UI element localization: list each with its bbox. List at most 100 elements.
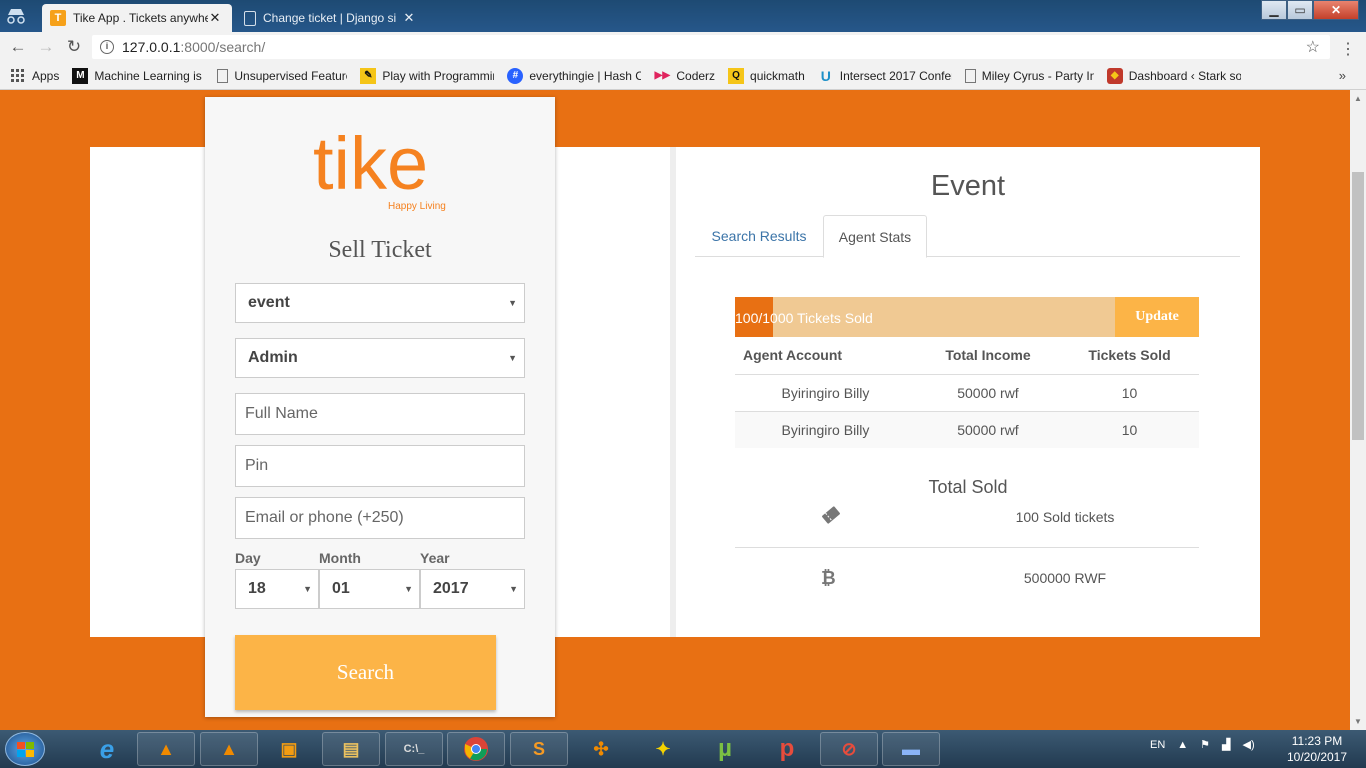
bookmark-item[interactable]: Miley Cyrus - Party In [964,68,1094,83]
bookmark-item[interactable]: # everythingie | Hash C [507,67,641,84]
bookmark-item[interactable]: ◆ Dashboard ‹ Stark sol [1106,67,1241,84]
scroll-thumb[interactable] [1352,172,1364,440]
coderz-icon: ▶▶ [654,70,671,81]
sold-amount-row: ₿ 500000 RWF [735,548,1199,608]
close-window-button[interactable]: ✕ [1313,0,1359,20]
col-tickets-sold: Tickets Sold [1060,337,1199,375]
event-title: Event [930,170,1006,202]
sold-tickets-value: 100 Sold tickets [1015,509,1115,525]
action-center-icon[interactable]: ⚑ [1200,738,1210,751]
more-bookmarks-icon[interactable]: » [1339,68,1346,83]
quickmath-icon: Q [728,67,745,84]
sublime-icon[interactable]: S [510,732,568,766]
tab-search-results[interactable]: Search Results [695,215,823,257]
cell-agent: Byiringiro Billy [735,374,916,412]
cell-sold: 10 [1060,411,1199,448]
info-icon[interactable]: i [100,40,114,54]
ironman-icon: ◆ [1106,67,1123,84]
day-label: Day [235,550,261,566]
browser-tab-inactive[interactable]: Change ticket | Django si ✕ [236,4,426,32]
close-tab-icon[interactable]: ✕ [402,10,416,26]
bookmark-item[interactable]: Qquickmath [728,67,805,84]
table-row: Byiringiro Billy 50000 rwf 10 [735,374,1199,412]
volume-icon[interactable]: ◀) [1243,738,1255,751]
pin-input[interactable]: Pin [235,445,525,487]
browser-tab-active[interactable]: T Tike App . Tickets anywhe ✕ [42,4,232,32]
bookmark-item[interactable]: Unsupervised Feature [217,68,347,83]
dropdown-caret-icon: ▼ [404,584,413,594]
year-select[interactable]: 2017 ▼ [420,569,525,609]
panel-divider [670,147,676,637]
month-select[interactable]: 01 ▼ [319,569,420,609]
tickets-progress-bar: 100/1000 Tickets Sold [735,297,1115,337]
bookmark-item[interactable]: U Intersect 2017 Confer [818,68,952,84]
sold-tickets-row: 100 Sold tickets [735,488,1199,548]
bookmark-item[interactable]: ▶▶ Coderz [654,68,715,84]
language-indicator[interactable]: EN [1150,739,1165,751]
bookmark-star-icon[interactable]: ☆ [1306,37,1320,57]
bookmark-item[interactable]: M Machine Learning is F [72,67,204,84]
tike-favicon: T [50,10,66,26]
chrome-icon[interactable] [447,732,505,766]
clock-date: 10/20/2017 [1286,750,1348,764]
scroll-up-icon[interactable]: ▲ [1354,94,1362,103]
tray-expand-icon[interactable]: ▲ [1177,739,1188,751]
bookmark-apps[interactable]: Apps [10,68,59,84]
day-select[interactable]: 18 ▼ [235,569,319,609]
remote-desktop-icon[interactable]: ▬ [882,732,940,766]
start-button[interactable] [5,732,45,766]
cell-income: 50000 rwf [915,411,1061,448]
sell-ticket-card: tike Happy Living Sell Ticket event ▼ Ad… [205,97,555,717]
media-player-icon[interactable]: ▣ [260,732,318,766]
month-label: Month [319,550,361,566]
address-bar[interactable]: i 127.0.0.1:8000/search/ ☆ [92,35,1330,59]
minimize-button[interactable]: ▁ [1261,0,1287,20]
agent-select[interactable]: Admin ▼ [235,338,525,378]
file-explorer-icon[interactable]: ▤ [322,732,380,766]
back-arrow-icon[interactable]: ← [8,37,28,57]
menu-dots-icon[interactable]: ⋮ [1340,39,1356,59]
reload-icon[interactable]: ↻ [64,37,84,57]
tab-agent-stats[interactable]: Agent Stats [823,215,927,258]
forward-arrow-icon[interactable]: → [36,37,56,57]
vlc-icon[interactable]: ▲ [200,732,258,766]
page-icon [217,68,229,83]
browser-toolbar: ← → ↻ i 127.0.0.1:8000/search/ ☆ ⋮ [0,32,1366,62]
vlc-icon[interactable]: ▲ [137,732,195,766]
email-phone-input[interactable]: Email or phone (+250) [235,497,525,539]
event-tabs: Search Results Agent Stats [695,215,1240,258]
scroll-down-icon[interactable]: ▼ [1354,717,1362,726]
sold-amount-value: 500000 RWF [1023,570,1107,586]
taskbar-clock[interactable]: 11:23 PM 10/20/2017 [1282,733,1352,765]
full-name-input[interactable]: Full Name [235,393,525,435]
maximize-button[interactable]: ▭ [1287,0,1313,20]
bookmark-item[interactable]: ✎ Play with Programmin [360,67,494,84]
tike-logo: tike Happy Living [313,122,446,213]
hashnode-icon: # [507,67,524,84]
close-tab-icon[interactable]: ✕ [208,10,222,26]
signal-icon[interactable]: ▟ [1222,738,1230,751]
browser-tab-bar: T Tike App . Tickets anywhe ✕ Change tic… [0,0,1366,32]
page-scrollbar[interactable]: ▲ ▼ [1350,90,1366,730]
network-icon[interactable]: ✣ [572,732,630,766]
cmd-icon[interactable]: C:\_ [385,732,443,766]
progress-text: 100/1000 Tickets Sold [735,310,873,326]
internet-explorer-icon[interactable]: e [78,732,136,766]
utorrent-icon[interactable]: µ [696,732,754,766]
cell-agent: Byiringiro Billy [735,411,916,448]
page-favicon [244,10,256,26]
event-select[interactable]: event ▼ [235,283,525,323]
windows-logo-icon [17,742,34,757]
agent-stats-table: Agent Account Total Income Tickets Sold … [735,337,1199,448]
apps-grid-icon [10,68,26,84]
search-button[interactable]: Search [235,635,496,710]
psiphon-icon[interactable]: p [758,732,816,766]
compass-icon[interactable]: ⊘ [820,732,878,766]
bulb-icon[interactable]: ✦ [634,732,692,766]
intersect-icon: U [820,67,831,84]
table-row: Byiringiro Billy 50000 rwf 10 [735,411,1199,448]
update-button[interactable]: Update [1115,297,1199,337]
medium-icon: M [72,67,89,84]
cell-sold: 10 [1060,374,1199,412]
url-path: :8000/search/ [180,39,266,55]
